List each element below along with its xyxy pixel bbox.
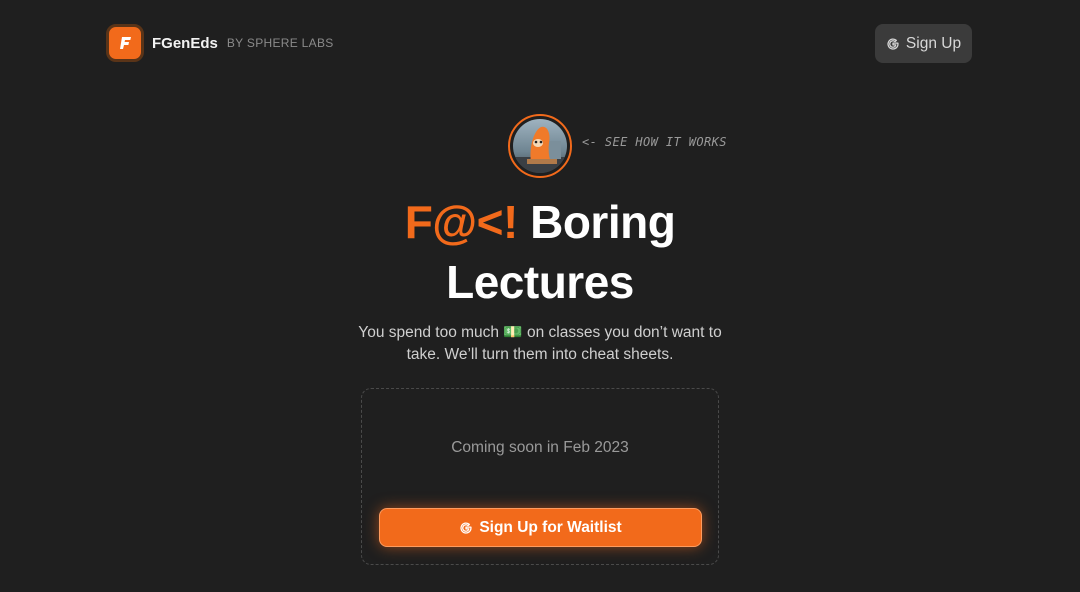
headline-word-2: Lectures — [446, 256, 634, 308]
subtitle: You spend too much 💵 on classes you don’… — [340, 322, 740, 366]
money-emoji: 💵 — [503, 324, 523, 341]
sign-up-waitlist-button[interactable]: Sign Up for Waitlist — [379, 508, 702, 547]
sign-up-button[interactable]: Sign Up — [875, 24, 972, 63]
headline-word-1: Boring — [530, 196, 676, 248]
avatar[interactable] — [508, 114, 572, 178]
waitlist-card: Coming soon in Feb 2023 Sign Up for Wait… — [361, 388, 719, 565]
google-icon — [887, 37, 899, 50]
brand-name: FGenEds — [152, 34, 218, 52]
page: FGenEds BY SPHERE LABS Sign Up <- See ho… — [0, 0, 1080, 592]
logo[interactable] — [106, 24, 144, 62]
waitlist-label: Sign Up for Waitlist — [479, 518, 622, 536]
avatar-image — [513, 119, 567, 173]
headline: F@<! Boring Lectures — [0, 192, 1080, 312]
brand-byline: BY SPHERE LABS — [226, 36, 334, 50]
sign-up-label: Sign Up — [905, 34, 962, 52]
logo-f-icon — [120, 37, 131, 49]
brand[interactable]: FGenEds BY SPHERE LABS — [106, 24, 334, 62]
coming-soon-text: Coming soon in Feb 2023 — [451, 439, 629, 456]
google-icon — [460, 521, 472, 534]
headline-accent: F@<! — [404, 196, 519, 248]
subtitle-part-1: You spend too much — [358, 324, 500, 341]
how-it-works-link[interactable]: <- See how it works — [582, 135, 727, 149]
